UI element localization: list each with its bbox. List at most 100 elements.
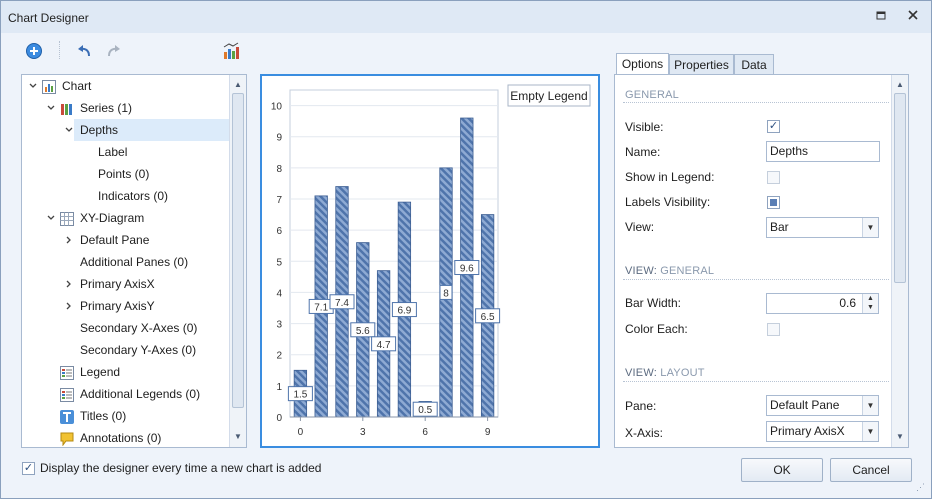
options-scrollbar[interactable]: ▲ ▼ [891,75,908,447]
section-divider [623,279,889,280]
tree-item-label: Annotations (0) [80,431,162,445]
chart-wizard-icon[interactable] [221,41,241,61]
tree-item-titles[interactable]: Titles (0) [22,405,230,427]
tree-item-depths[interactable]: Depths [65,119,230,141]
chevron-down-icon[interactable]: ▼ [862,396,878,415]
xaxis-label: X-Axis: [625,426,664,440]
display-designer-checkbox[interactable]: ✓ [22,462,35,475]
scroll-up-icon[interactable]: ▲ [230,77,246,93]
series-icon [60,101,74,115]
data-label: 8 [443,288,449,299]
tree-item-label: Points (0) [98,167,150,181]
xaxis-value: Primary AxisX [770,424,845,438]
view-label: View: [625,220,655,234]
tree-item-primary-axisy[interactable]: Primary AxisY [22,295,230,317]
bar-chart: 0 1 2 3 4 5 6 7 8 9 10 0 3 6 9 1.5 7.1 7.4 5.6 4.7 6.9 0.5 8 9.… [271,84,591,438]
y-tick-label: 4 [276,288,282,299]
tree-item-annotations[interactable]: Annotations (0) [22,427,230,447]
tree-item-secondary-x-axes[interactable]: Secondary X-Axes (0) [22,317,230,339]
bar-width-spin[interactable]: 0.6 ▲ ▼ [766,293,879,314]
tree-item-label[interactable]: Label [22,141,230,163]
view-combo[interactable]: Bar ▼ [766,217,879,238]
tree-item-label: Additional Panes (0) [80,255,189,269]
tree-scrollbar[interactable]: ▲ ▼ [229,75,246,447]
tree-item-secondary-y-axes[interactable]: Secondary Y-Axes (0) [22,339,230,361]
tree-item-legend[interactable]: Legend [22,361,230,383]
tree-item-default-pane[interactable]: Default Pane [22,229,230,251]
name-field[interactable]: Depths [766,141,880,162]
scroll-up-icon[interactable]: ▲ [892,77,908,93]
data-label: 4.7 [377,340,391,351]
collapse-chevron-icon[interactable] [46,97,56,128]
resize-grip-icon[interactable]: ⋰ [916,482,925,493]
scroll-down-icon[interactable]: ▼ [230,429,246,445]
tree-item-points[interactable]: Points (0) [22,163,230,185]
chart-elements-tree: Chart Series (1) Depths Label Points (0) Indi… [21,74,247,448]
tree-item-label: Default Pane [80,233,150,247]
spin-buttons-icon[interactable]: ▲ ▼ [862,294,878,313]
pane-value: Default Pane [770,398,840,412]
bar-width-label: Bar Width: [625,296,682,310]
tree-item-label: Titles (0) [80,409,127,423]
ok-button[interactable]: OK [741,458,823,482]
y-tick-label: 7 [276,195,282,206]
data-label: 7.1 [314,302,328,313]
x-tick-label: 0 [298,427,304,438]
tree-item-label: Series (1) [80,101,133,115]
color-each-checkbox[interactable] [767,323,780,336]
y-tick-label: 9 [276,133,282,144]
y-tick-label: 2 [276,351,282,362]
section-divider [623,381,889,382]
y-tick-label: 5 [276,257,282,268]
show-in-legend-label: Show in Legend: [625,170,715,184]
visible-checkbox[interactable]: ✓ [767,120,780,133]
tab-properties[interactable]: Properties [669,54,734,76]
titles-icon [60,409,74,424]
restore-icon[interactable] [873,9,889,25]
x-tick-label: 3 [360,427,366,438]
tree-item-indicators[interactable]: Indicators (0) [22,185,230,207]
undo-icon[interactable] [74,41,94,61]
add-icon[interactable] [24,41,44,61]
y-tick-label: 0 [276,413,282,424]
tab-options[interactable]: Options [616,53,669,76]
cancel-button[interactable]: Cancel [830,458,912,482]
tree-item-label: XY-Diagram [80,211,145,225]
tree-item-label: Indicators (0) [98,189,169,203]
chart-preview[interactable]: 0 1 2 3 4 5 6 7 8 9 10 0 3 6 9 1.5 7.1 7.4 5.6 4.7 6.9 0.5 8 9.… [260,74,600,448]
tree-item-xy-diagram[interactable]: XY-Diagram [22,207,230,229]
scroll-thumb[interactable] [232,93,244,408]
y-tick-label: 6 [276,226,282,237]
chevron-down-icon[interactable]: ▼ [862,218,878,237]
tree-item-label: Secondary Y-Axes (0) [80,343,197,357]
close-icon[interactable] [905,9,921,25]
color-each-label: Color Each: [625,322,688,336]
pane-combo[interactable]: Default Pane ▼ [766,395,879,416]
redo-icon[interactable] [104,41,124,61]
tree-item-label: Primary AxisX [80,277,155,291]
tree-item-label: Chart [62,79,92,93]
tree-item-additional-panes[interactable]: Additional Panes (0) [22,251,230,273]
tab-data[interactable]: Data [734,54,774,76]
legend-text: Empty Legend [510,89,587,103]
window-title: Chart Designer [8,11,89,25]
section-general: GENERAL [625,89,679,101]
tree-item-chart[interactable]: Chart [22,75,230,97]
section-view-layout: VIEW: LAYOUT [625,367,705,379]
options-panel: GENERAL Visible: ✓ Name: Depths Show in … [614,74,909,448]
tree-item-label: Additional Legends (0) [80,387,201,401]
tree-item-primary-axisx[interactable]: Primary AxisX [22,273,230,295]
xaxis-combo[interactable]: Primary AxisX ▼ [766,421,879,442]
y-tick-label: 8 [276,164,282,175]
tree-item-label: Secondary X-Axes (0) [80,321,198,335]
x-tick-label: 9 [485,427,491,438]
chart-icon [42,79,56,94]
show-in-legend-checkbox[interactable] [767,171,780,184]
labels-visibility-checkbox[interactable] [767,196,780,209]
scroll-thumb[interactable] [894,93,906,283]
tree-item-additional-legends[interactable]: Additional Legends (0) [22,383,230,405]
tree-item-series[interactable]: Series (1) [22,97,230,119]
scroll-down-icon[interactable]: ▼ [892,429,908,445]
data-label: 5.6 [356,326,370,337]
chevron-down-icon[interactable]: ▼ [862,422,878,441]
